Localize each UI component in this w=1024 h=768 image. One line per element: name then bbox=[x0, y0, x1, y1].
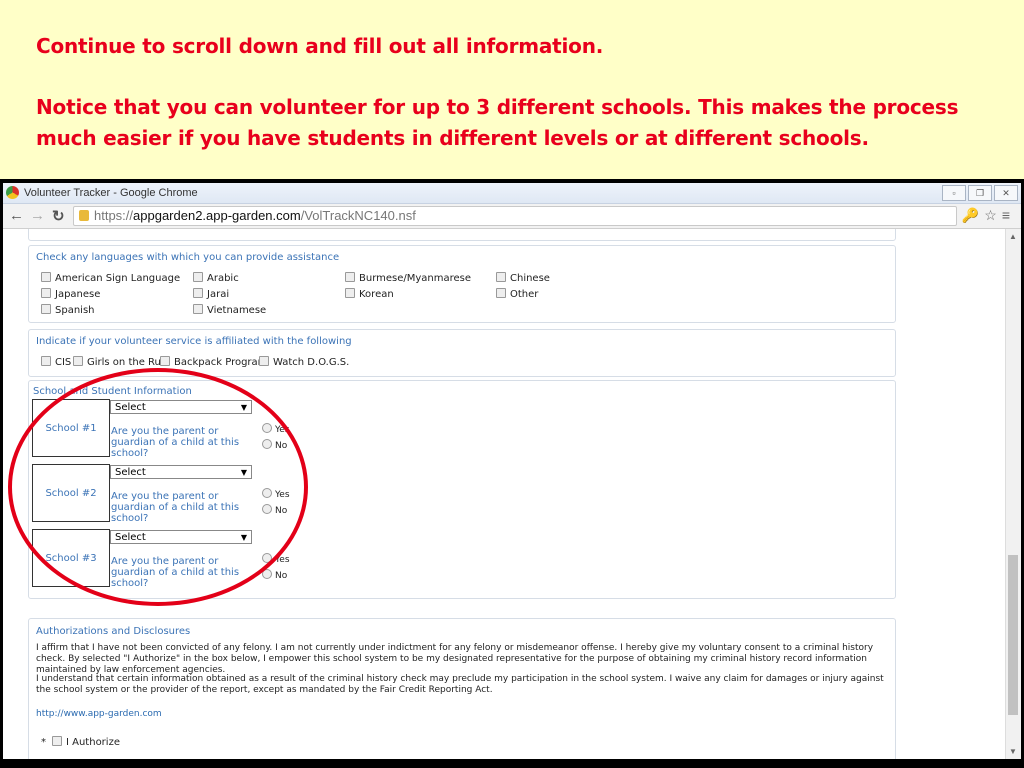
scroll-up-icon[interactable]: ▲ bbox=[1009, 232, 1017, 241]
instruction-line-1: Continue to scroll down and fill out all… bbox=[36, 34, 604, 58]
language-checkbox[interactable]: Arabic bbox=[193, 272, 239, 284]
school-heading: School and Student Information bbox=[33, 386, 192, 397]
language-checkbox[interactable]: Other bbox=[496, 288, 538, 300]
yes-radio[interactable]: Yes bbox=[262, 423, 290, 435]
browser-toolbar: ← → ↻ https://appgarden2.app-garden.com/… bbox=[3, 204, 1021, 229]
school-label-box: School #2 bbox=[32, 464, 110, 522]
affiliation-checkbox[interactable]: Watch D.O.G.S. bbox=[259, 356, 349, 368]
scroll-thumb[interactable] bbox=[1008, 555, 1018, 715]
vertical-scrollbar[interactable]: ▲ ▼ bbox=[1005, 229, 1021, 759]
school-select[interactable]: Select ▼ bbox=[110, 400, 252, 414]
parent-question: Are you the parent or guardian of a chil… bbox=[111, 426, 240, 459]
url-path: /VolTrackNC140.nsf bbox=[300, 208, 416, 223]
yes-radio[interactable]: Yes bbox=[262, 488, 290, 500]
browser-window: Volunteer Tracker - Google Chrome ▫ ❐ ✕ … bbox=[3, 183, 1021, 759]
key-icon[interactable]: 🔑 bbox=[962, 207, 984, 223]
bookmark-star-icon[interactable]: ☆ bbox=[984, 207, 1002, 223]
school-select[interactable]: Select ▼ bbox=[110, 465, 252, 479]
affiliation-panel: Indicate if your volunteer service is af… bbox=[28, 329, 896, 377]
parent-question: Are you the parent or guardian of a chil… bbox=[111, 491, 240, 524]
app-garden-link[interactable]: http://www.app-garden.com bbox=[36, 709, 162, 719]
language-checkbox[interactable]: Burmese/Myanmarese bbox=[345, 272, 471, 284]
lock-icon bbox=[79, 210, 89, 221]
parent-question: Are you the parent or guardian of a chil… bbox=[111, 556, 240, 589]
language-checkbox[interactable]: Vietnamese bbox=[193, 304, 266, 316]
languages-heading: Check any languages with which you can p… bbox=[36, 252, 340, 263]
address-bar[interactable]: https://appgarden2.app-garden.com/VolTra… bbox=[73, 206, 957, 226]
yes-radio[interactable]: Yes bbox=[262, 553, 290, 565]
language-checkbox[interactable]: Jarai bbox=[193, 288, 229, 300]
authorization-paragraph-1: I affirm that I have not been convicted … bbox=[36, 643, 874, 675]
dropdown-arrow-icon: ▼ bbox=[240, 403, 247, 412]
back-icon[interactable]: ← bbox=[9, 207, 24, 224]
school-label-box: School #1 bbox=[32, 399, 110, 457]
authorization-heading: Authorizations and Disclosures bbox=[36, 626, 191, 637]
no-radio[interactable]: No bbox=[262, 439, 287, 451]
url-scheme: https:// bbox=[94, 208, 134, 223]
language-checkbox[interactable]: American Sign Language bbox=[41, 272, 180, 284]
title-bar: Volunteer Tracker - Google Chrome ▫ ❐ ✕ bbox=[3, 183, 1021, 204]
reload-icon[interactable]: ↻ bbox=[52, 207, 65, 225]
maximize-button[interactable]: ❐ bbox=[968, 185, 992, 201]
page-content: Check any languages with which you can p… bbox=[3, 229, 1005, 759]
school-select[interactable]: Select ▼ bbox=[110, 530, 252, 544]
close-button[interactable]: ✕ bbox=[994, 185, 1018, 201]
affiliation-checkbox[interactable]: Backpack Program bbox=[160, 356, 267, 368]
authorization-paragraph-2: I understand that certain information ob… bbox=[36, 674, 884, 695]
dropdown-arrow-icon: ▼ bbox=[240, 533, 247, 542]
school-panel: School and Student Information School #1… bbox=[28, 380, 896, 599]
forward-icon[interactable]: → bbox=[30, 207, 45, 224]
previous-panel bbox=[28, 229, 896, 241]
minimize-button[interactable]: ▫ bbox=[942, 185, 966, 201]
no-radio[interactable]: No bbox=[262, 504, 287, 516]
affiliation-checkbox[interactable]: Girls on the Run bbox=[73, 356, 167, 368]
authorization-panel: Authorizations and Disclosures I affirm … bbox=[28, 618, 896, 759]
authorize-checkbox[interactable]: * I Authorize bbox=[41, 736, 120, 748]
language-checkbox[interactable]: Spanish bbox=[41, 304, 95, 316]
school-label-box: School #3 bbox=[32, 529, 110, 587]
menu-icon[interactable]: ≡ bbox=[1002, 207, 1015, 223]
chrome-logo-icon bbox=[6, 186, 19, 199]
url-text: https://appgarden2.app-garden.com/VolTra… bbox=[94, 208, 416, 223]
language-checkbox[interactable]: Japanese bbox=[41, 288, 100, 300]
browser-screenshot: Volunteer Tracker - Google Chrome ▫ ❐ ✕ … bbox=[0, 179, 1024, 768]
affiliation-checkbox[interactable]: CIS bbox=[41, 356, 71, 368]
affiliation-heading: Indicate if your volunteer service is af… bbox=[36, 336, 352, 347]
dropdown-arrow-icon: ▼ bbox=[240, 468, 247, 477]
instruction-line-2: Notice that you can volunteer for up to … bbox=[36, 95, 959, 150]
window-title: Volunteer Tracker - Google Chrome bbox=[24, 187, 198, 199]
language-checkbox[interactable]: Chinese bbox=[496, 272, 550, 284]
no-radio[interactable]: No bbox=[262, 569, 287, 581]
scroll-down-icon[interactable]: ▼ bbox=[1009, 747, 1017, 756]
languages-panel: Check any languages with which you can p… bbox=[28, 245, 896, 323]
url-host: appgarden2.app-garden.com bbox=[133, 208, 301, 223]
language-checkbox[interactable]: Korean bbox=[345, 288, 394, 300]
